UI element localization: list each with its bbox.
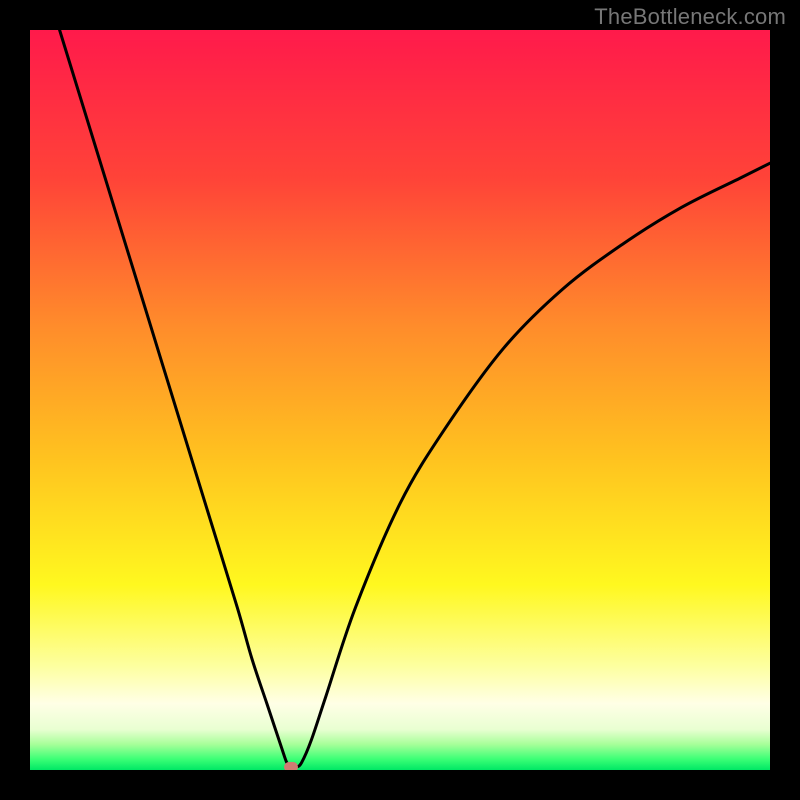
watermark-text: TheBottleneck.com — [594, 4, 786, 30]
chart-frame: TheBottleneck.com — [0, 0, 800, 800]
plot-area — [30, 30, 770, 770]
bottleneck-curve — [30, 30, 770, 770]
optimal-point-marker — [284, 762, 298, 770]
